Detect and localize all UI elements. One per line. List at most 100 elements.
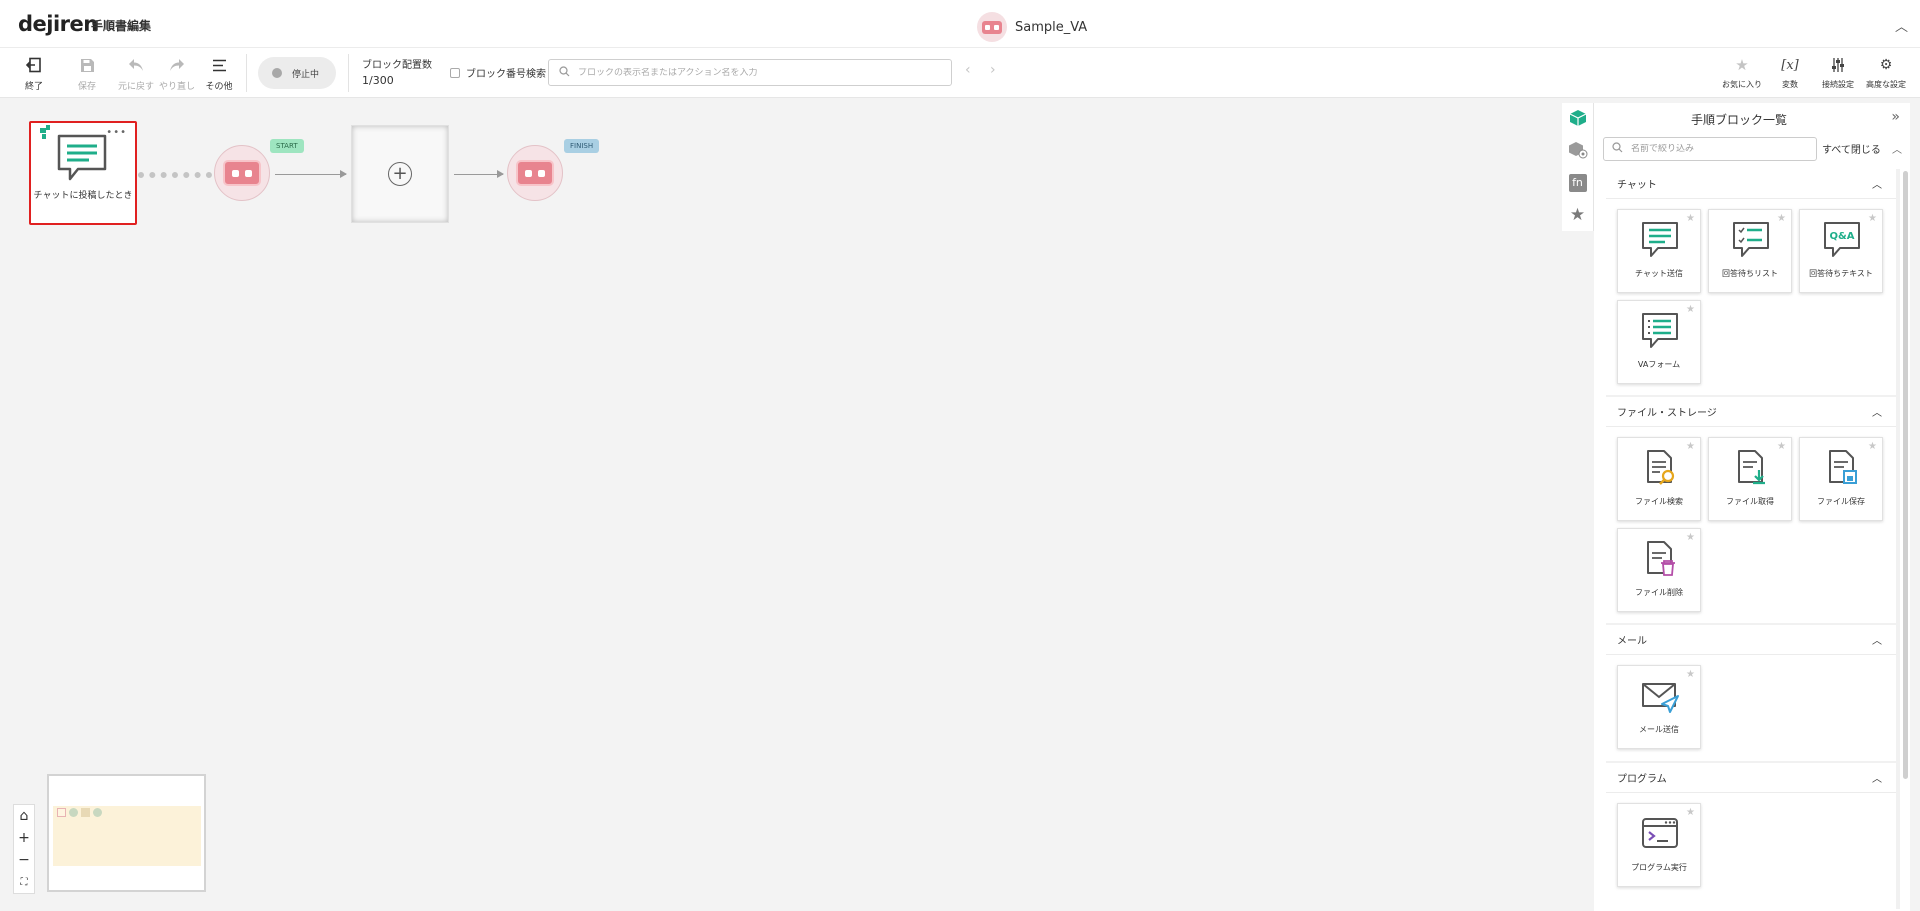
file-download-icon [1731,448,1771,488]
connection-settings-button[interactable]: 接続設定 [1814,54,1862,90]
dejiren-logo-icon [38,125,52,143]
next-result-icon[interactable]: › [990,62,996,78]
va-name: Sample_VA [1015,19,1088,35]
redo-button[interactable]: やり直し [157,54,197,92]
sliders-icon [1830,54,1846,76]
tab-block-groups[interactable] [1562,135,1593,167]
block-search-input[interactable] [578,67,938,78]
collapse-panel-icon[interactable]: » [1891,109,1900,125]
search-icon [559,65,570,80]
start-node[interactable] [214,145,270,201]
section-header-chat[interactable]: チャット ︿ [1606,169,1896,199]
chevron-up-icon[interactable]: ︿ [1892,141,1902,156]
panel-scrollbar[interactable] [1903,171,1908,779]
va-robot-icon [223,160,261,186]
block-search-box[interactable] [548,59,952,86]
block-card-file-delete[interactable]: ★ ファイル削除 [1617,528,1701,612]
section-mail: メール ︿ ★ メール送信 [1606,625,1896,761]
cube-settings-icon [1568,141,1588,162]
variables-button[interactable]: [x] 変数 [1766,54,1814,90]
favorite-star-icon[interactable]: ★ [1686,532,1695,543]
finish-node[interactable] [507,145,563,201]
cube-icon [1569,109,1587,130]
favorites-button[interactable]: ★ お気に入り [1718,54,1766,90]
exit-button[interactable]: 終了 [14,54,54,92]
panel-filter-input[interactable] [1631,144,1801,154]
add-block-slot[interactable]: + [351,125,449,223]
save-button[interactable]: 保存 [67,54,107,92]
flow-canvas[interactable]: ••• チャットに投稿したとき START + FINISH ⌂ + − ⛶ [0,98,1562,911]
plus-circle-icon: + [388,162,412,186]
favorite-star-icon[interactable]: ★ [1686,807,1695,818]
block-card-answer-text[interactable]: ★ Q&A 回答待ちテキスト [1799,209,1883,293]
favorite-star-icon[interactable]: ★ [1868,213,1877,224]
collapse-header-icon[interactable]: ︿ [1895,16,1908,35]
favorite-star-icon[interactable]: ★ [1777,441,1786,452]
undo-button[interactable]: 元に戻す [116,54,156,92]
zoom-in-icon[interactable]: + [13,827,35,849]
fit-view-icon[interactable]: ⛶ [13,871,35,893]
toolbar-divider [246,54,247,92]
section-file-storage: ファイル・ストレージ ︿ ★ ファイル検索 ★ ファイル取得 ★ ファイル保存 … [1606,397,1896,623]
top-bar: dejiren 手順書編集 Sample_VA ︿ [0,0,1920,48]
favorite-star-icon[interactable]: ★ [1868,441,1877,452]
more-options-icon[interactable]: ••• [106,127,127,138]
block-number-search-toggle[interactable]: ブロック番号検索 [450,65,546,80]
minimap[interactable] [47,774,206,892]
redo-icon [169,54,185,76]
favorite-star-icon[interactable]: ★ [1686,213,1695,224]
block-card-program-run[interactable]: ★ プログラム実行 [1617,803,1701,887]
zoom-out-icon[interactable]: − [13,849,35,871]
block-card-file-save[interactable]: ★ ファイル保存 [1799,437,1883,521]
chevron-up-icon[interactable]: ︿ [1872,404,1882,419]
tab-favorites[interactable]: ★ [1562,199,1593,231]
chevron-up-icon[interactable]: ︿ [1872,632,1882,647]
block-card-va-form[interactable]: ★ VAフォーム [1617,300,1701,384]
panel-tabs: fn ★ [1562,103,1594,231]
section-program: プログラム ︿ ★ プログラム実行 [1606,763,1896,909]
block-card-mail-send[interactable]: ★ メール送信 [1617,665,1701,749]
variable-x-icon: [x] [1781,57,1799,73]
block-card-file-search[interactable]: ★ ファイル検索 [1617,437,1701,521]
connector-arrow [454,170,504,178]
file-search-icon [1640,448,1680,488]
other-menu-button[interactable]: その他 [199,54,239,92]
section-header-program[interactable]: プログラム ︿ [1606,763,1896,793]
block-card-chat-send[interactable]: ★ チャット送信 [1617,209,1701,293]
favorite-star-icon[interactable]: ★ [1686,669,1695,680]
home-icon[interactable]: ⌂ [13,805,35,827]
favorite-star-icon[interactable]: ★ [1777,213,1786,224]
block-count-label: ブロック配置数 [362,60,432,71]
chevron-up-icon[interactable]: ︿ [1872,176,1882,191]
zoom-controls: ⌂ + − ⛶ [13,804,35,894]
block-count-value: 1/300 [362,74,394,87]
favorite-star-icon[interactable]: ★ [1686,441,1695,452]
trigger-block-chat-post[interactable]: ••• チャットに投稿したとき [29,121,137,225]
block-number-search-checkbox[interactable] [450,67,460,78]
mail-send-icon [1640,676,1680,716]
panel-filter-box[interactable] [1603,137,1817,161]
start-tag: START [270,139,304,153]
collapse-all-button[interactable]: すべて閉じる [1822,141,1881,156]
minimap-block [93,808,102,817]
chevron-up-icon[interactable]: ︿ [1872,770,1882,785]
section-header-mail[interactable]: メール ︿ [1606,625,1896,655]
tab-blocks[interactable] [1562,103,1593,135]
block-list-scroll[interactable]: チャット ︿ ★ チャット送信 ★ 回答待ちリスト ★ Q&A 回答待ちテキスト… [1606,169,1900,909]
section-header-file-storage[interactable]: ファイル・ストレージ ︿ [1606,397,1896,427]
file-trash-icon [1640,539,1680,579]
block-card-answer-list[interactable]: ★ 回答待ちリスト [1708,209,1792,293]
block-list-panel: 手順ブロック一覧 » すべて閉じる ︿ チャット ︿ ★ チャット送信 ★ [1594,103,1910,911]
tab-functions[interactable]: fn [1562,167,1593,199]
status-toggle[interactable]: 停止中 [258,57,336,89]
block-card-file-get[interactable]: ★ ファイル取得 [1708,437,1792,521]
toolbar-divider [348,54,349,92]
advanced-settings-button[interactable]: ⚙ 高度な設定 [1862,54,1910,90]
favorite-star-icon[interactable]: ★ [1686,304,1695,315]
va-robot-icon [516,160,554,186]
finish-tag: FINISH [564,139,600,153]
file-save-icon [1822,448,1862,488]
chat-send-icon [1640,220,1680,260]
prev-result-icon[interactable]: ‹ [965,62,971,78]
logo: dejiren [18,12,98,36]
